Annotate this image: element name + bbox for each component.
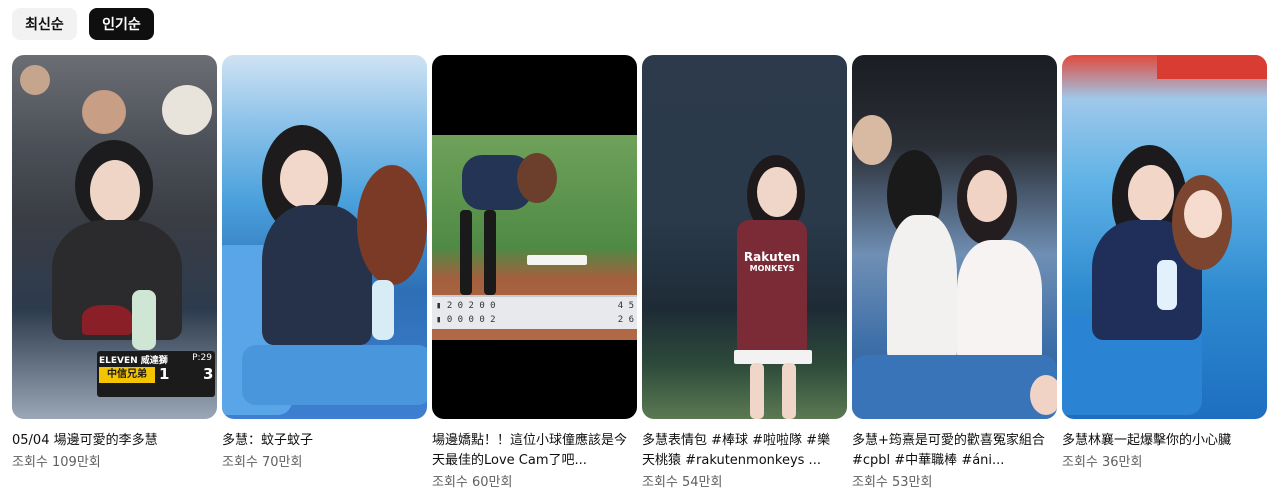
jersey-rakuten: Rakuten MONKEYS xyxy=(737,220,807,355)
person-face xyxy=(967,170,1007,222)
video-thumbnail[interactable] xyxy=(222,55,427,419)
sort-latest-chip[interactable]: 최신순 xyxy=(12,8,77,40)
jersey-text: Rakuten xyxy=(743,250,801,264)
video-title[interactable]: 多慧：蚊子蚊子 xyxy=(222,431,422,451)
scoreboard-overlay: ELEVEN 威達獅 P:29 中信兄弟 1 3 xyxy=(97,351,215,397)
view-count: 조회수 53만회 xyxy=(852,475,933,490)
person-face xyxy=(1184,190,1222,238)
person-body xyxy=(262,205,372,345)
shorts-grid: ELEVEN 威達獅 P:29 中信兄弟 1 3 05/04 場邊可愛的李多慧 … xyxy=(12,55,1267,493)
stadium-seat xyxy=(242,345,427,405)
view-count: 조회수 36만회 xyxy=(1062,455,1143,470)
stadium-seat xyxy=(852,355,1057,419)
score-home: 1 xyxy=(159,365,170,383)
video-title[interactable]: 05/04 場邊可愛的李多慧 xyxy=(12,431,212,451)
home-plate xyxy=(527,255,587,265)
person-leg xyxy=(750,363,764,419)
red-bag xyxy=(82,305,132,335)
video-card[interactable]: ELEVEN 威達獅 P:29 中信兄弟 1 3 05/04 場邊可愛的李多慧 … xyxy=(12,55,217,493)
video-title[interactable]: 多慧+筠熹是可愛的歡喜冤家組合 #cpbl #中華職棒 #áni... xyxy=(852,431,1052,471)
video-thumbnail[interactable] xyxy=(1062,55,1267,419)
video-title[interactable]: 多慧表情包 #棒球 #啦啦隊 #樂天桃猿 #rakutenmonkeys ... xyxy=(642,431,842,471)
person-leg xyxy=(782,363,796,419)
person-face xyxy=(280,150,328,208)
sort-popular-chip[interactable]: 인기순 xyxy=(89,8,154,40)
view-count: 조회수 60만회 xyxy=(432,475,513,490)
video-card[interactable]: Rakuten MONKEYS 多慧表情包 #棒球 #啦啦隊 #樂天桃猿 #ra… xyxy=(642,55,847,493)
person-body xyxy=(957,240,1042,365)
skirt xyxy=(734,350,812,364)
score-header: ELEVEN 威達獅 xyxy=(99,356,168,366)
video-card[interactable]: 多慧+筠熹是可愛的歡喜冤家組合 #cpbl #中華職棒 #áni... 조회수 … xyxy=(852,55,1057,493)
water-bottle xyxy=(132,290,156,350)
crowd-figure xyxy=(162,85,212,135)
crowd-figure xyxy=(20,65,50,95)
video-card[interactable]: ▮ 2 0 2 0 04 5 ▮ 0 0 0 0 22 6 場邊嬌點！！這位小球… xyxy=(432,55,637,493)
video-card[interactable]: 多慧：蚊子蚊子 조회수 70만회 xyxy=(222,55,427,493)
video-thumbnail[interactable]: ELEVEN 威達獅 P:29 中信兄弟 1 3 xyxy=(12,55,217,419)
person-leg xyxy=(484,210,496,295)
jersey-subtext: MONKEYS xyxy=(749,264,795,273)
fan xyxy=(1030,375,1057,415)
video-title[interactable]: 多慧林襄一起爆擊你的小心臟 xyxy=(1062,431,1262,451)
person-leg xyxy=(460,210,472,295)
water-bottle xyxy=(372,280,394,340)
crowd-figure xyxy=(852,115,892,165)
view-count: 조회수 109만회 xyxy=(12,455,101,470)
person-hair xyxy=(357,165,427,285)
video-thumbnail[interactable]: ▮ 2 0 2 0 04 5 ▮ 0 0 0 0 22 6 xyxy=(432,55,637,419)
water-bottle xyxy=(1157,260,1177,310)
video-title[interactable]: 場邊嬌點！！這位小球僮應該是今天最佳的Love Cam了吧... xyxy=(432,431,632,471)
person-face xyxy=(757,167,797,217)
video-thumbnail[interactable] xyxy=(852,55,1057,419)
team-name: 中信兄弟 xyxy=(99,367,155,383)
score-away: 3 xyxy=(203,365,214,383)
view-count: 조회수 54만회 xyxy=(642,475,723,490)
scoreboard-strip: ▮ 2 0 2 0 04 5 ▮ 0 0 0 0 22 6 xyxy=(432,295,637,329)
pitch-count: P:29 xyxy=(192,353,212,363)
person-face xyxy=(90,160,140,222)
video-card[interactable]: 多慧林襄一起爆擊你的小心臟 조회수 36만회 xyxy=(1062,55,1267,493)
person-hair xyxy=(517,153,557,203)
person-face xyxy=(1128,165,1174,223)
person-body xyxy=(887,215,957,365)
crowd-figure xyxy=(82,90,126,134)
sort-chips: 최신순 인기순 xyxy=(12,8,154,40)
view-count: 조회수 70만회 xyxy=(222,455,303,470)
stadium-banner xyxy=(1157,55,1267,79)
video-thumbnail[interactable]: Rakuten MONKEYS xyxy=(642,55,847,419)
